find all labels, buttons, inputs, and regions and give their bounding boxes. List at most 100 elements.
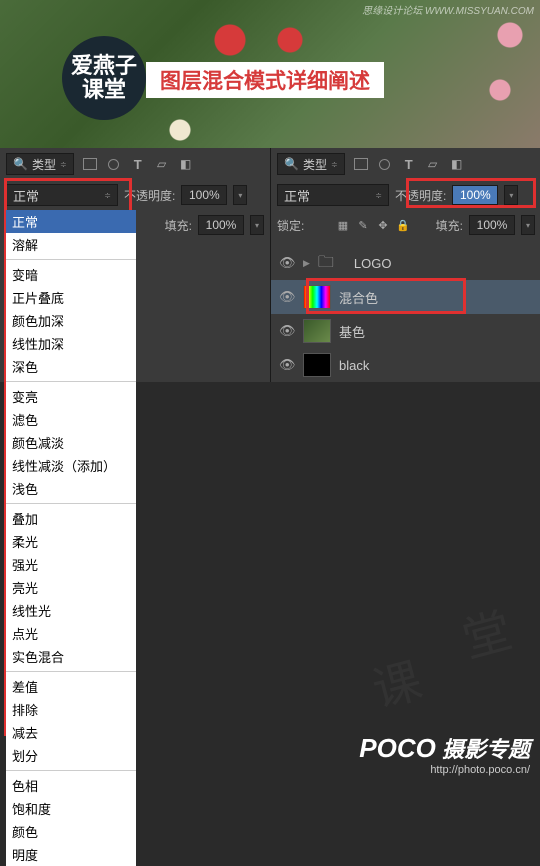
separator: [6, 381, 136, 382]
lock-position-icon[interactable]: ✥: [375, 217, 391, 233]
blend-option[interactable]: 正常: [6, 210, 136, 233]
blend-mode-value: 正常: [13, 186, 39, 205]
type-filter-button[interactable]: 🔍 类型 ≑: [6, 153, 74, 175]
blend-mode-select[interactable]: 正常 ≑: [6, 184, 118, 206]
bg-watermark: 堂: [454, 591, 518, 671]
blend-option[interactable]: 明度: [6, 843, 136, 866]
blend-mode-dropdown: 正常 溶解 变暗 正片叠底 颜色加深 线性加深 深色 变亮 滤色 颜色减淡 线性…: [6, 210, 136, 866]
bg-watermark: 课: [364, 641, 428, 721]
blend-option[interactable]: 变亮: [6, 385, 136, 408]
shape-filter-icon[interactable]: ▱: [425, 156, 441, 172]
layer-thumbnail: [303, 285, 331, 309]
lock-paint-icon[interactable]: ✎: [355, 217, 371, 233]
chevron-down-icon: ≑: [60, 160, 67, 169]
folder-icon: 🗀: [318, 251, 346, 275]
shape-filter-icon[interactable]: ▱: [154, 156, 170, 172]
lock-all-icon[interactable]: 🔒: [395, 217, 411, 233]
type-label: 类型: [303, 156, 327, 173]
blend-mode-value: 正常: [284, 186, 310, 205]
blend-option[interactable]: 饱和度: [6, 797, 136, 820]
fill-stepper[interactable]: ▾: [521, 215, 535, 235]
blend-mode-select[interactable]: 正常 ≑: [277, 184, 389, 206]
blend-option[interactable]: 颜色加深: [6, 309, 136, 332]
expand-icon[interactable]: ▶: [303, 258, 310, 269]
chevron-down-icon: ≑: [331, 160, 338, 169]
blend-option[interactable]: 亮光: [6, 576, 136, 599]
blend-option[interactable]: 线性光: [6, 599, 136, 622]
fill-label: 填充:: [165, 217, 192, 234]
smartobj-filter-icon[interactable]: ◧: [178, 156, 194, 172]
image-filter-icon[interactable]: [82, 156, 98, 172]
filter-row: 🔍 类型 ≑ T ▱ ◧: [271, 148, 540, 180]
lock-transparency-icon[interactable]: ▦: [335, 217, 351, 233]
layer-row[interactable]: 👁 混合色: [271, 280, 540, 314]
blend-option[interactable]: 叠加: [6, 507, 136, 530]
blend-option[interactable]: 滤色: [6, 408, 136, 431]
filter-row: 🔍 类型 ≑ T ▱ ◧: [0, 148, 270, 180]
blend-row: 正常 ≑ 不透明度: 100% ▾: [0, 180, 270, 210]
watermark-text: 思缘设计论坛 WWW.MISSYUAN.COM: [362, 2, 534, 17]
panels-container: 🔍 类型 ≑ T ▱ ◧ 正常 ≑ 不透明度: 100% ▾ 填充: 100% …: [0, 148, 540, 382]
blend-option[interactable]: 点光: [6, 622, 136, 645]
layer-name: black: [339, 358, 369, 373]
opacity-value[interactable]: 100%: [452, 185, 498, 205]
lock-icons: ▦ ✎ ✥ 🔒: [335, 217, 411, 233]
blend-option[interactable]: 实色混合: [6, 645, 136, 668]
separator: [6, 770, 136, 771]
blend-option[interactable]: 差值: [6, 675, 136, 698]
blend-option[interactable]: 线性加深: [6, 332, 136, 355]
brand-text: POCO 摄影专题: [359, 732, 530, 764]
logo-line1: 爱燕子: [71, 54, 137, 78]
visibility-icon[interactable]: 👁: [279, 323, 295, 339]
fill-value[interactable]: 100%: [198, 215, 244, 235]
footer-branding: POCO 摄影专题 http://photo.poco.cn/: [359, 732, 530, 776]
blend-option[interactable]: 溶解: [6, 233, 136, 256]
chevron-down-icon: ≑: [104, 191, 111, 200]
opacity-stepper[interactable]: ▾: [504, 185, 518, 205]
blend-row: 正常 ≑ 不透明度: 100% ▾: [271, 180, 540, 210]
fill-stepper[interactable]: ▾: [250, 215, 264, 235]
blend-option[interactable]: 变暗: [6, 263, 136, 286]
visibility-icon[interactable]: 👁: [279, 289, 295, 305]
layer-thumbnail: [303, 319, 331, 343]
visibility-icon[interactable]: 👁: [279, 357, 295, 373]
right-panel: 🔍 类型 ≑ T ▱ ◧ 正常 ≑ 不透明度: 100% ▾ 锁定: ▦ ✎: [270, 148, 540, 382]
blend-option[interactable]: 深色: [6, 355, 136, 378]
layer-name: 混合色: [339, 288, 378, 307]
blend-option[interactable]: 排除: [6, 698, 136, 721]
text-filter-icon[interactable]: T: [401, 156, 417, 172]
left-panel: 🔍 类型 ≑ T ▱ ◧ 正常 ≑ 不透明度: 100% ▾ 填充: 100% …: [0, 148, 270, 382]
opacity-stepper[interactable]: ▾: [233, 185, 247, 205]
blend-option[interactable]: 线性减淡（添加）: [6, 454, 136, 477]
chevron-down-icon: ≑: [375, 191, 382, 200]
adjustment-filter-icon[interactable]: [377, 156, 393, 172]
layer-name: LOGO: [354, 256, 392, 271]
blend-option[interactable]: 划分: [6, 744, 136, 767]
lock-label: 锁定:: [277, 217, 304, 234]
layer-row[interactable]: 👁 ▶ 🗀 LOGO: [271, 246, 540, 280]
opacity-value[interactable]: 100%: [181, 185, 227, 205]
opacity-label: 不透明度:: [124, 187, 175, 204]
layer-thumbnail: [303, 353, 331, 377]
fill-value[interactable]: 100%: [469, 215, 515, 235]
blend-option[interactable]: 正片叠底: [6, 286, 136, 309]
text-filter-icon[interactable]: T: [130, 156, 146, 172]
title-bar: 图层混合模式详细阐述: [146, 62, 384, 98]
visibility-icon[interactable]: 👁: [279, 255, 295, 271]
search-icon: 🔍: [284, 157, 299, 171]
title-text: 图层混合模式详细阐述: [160, 65, 370, 95]
blend-option[interactable]: 柔光: [6, 530, 136, 553]
blend-option[interactable]: 减去: [6, 721, 136, 744]
image-filter-icon[interactable]: [353, 156, 369, 172]
adjustment-filter-icon[interactable]: [106, 156, 122, 172]
blend-option[interactable]: 浅色: [6, 477, 136, 500]
header-image: 思缘设计论坛 WWW.MISSYUAN.COM 爱燕子 课堂 图层混合模式详细阐…: [0, 0, 540, 148]
smartobj-filter-icon[interactable]: ◧: [449, 156, 465, 172]
logo-line2: 课堂: [82, 78, 126, 102]
layer-row[interactable]: 👁 black: [271, 348, 540, 382]
blend-option[interactable]: 颜色减淡: [6, 431, 136, 454]
blend-option[interactable]: 颜色: [6, 820, 136, 843]
type-filter-button[interactable]: 🔍 类型 ≑: [277, 153, 345, 175]
layer-row[interactable]: 👁 基色: [271, 314, 540, 348]
blend-option[interactable]: 强光: [6, 553, 136, 576]
